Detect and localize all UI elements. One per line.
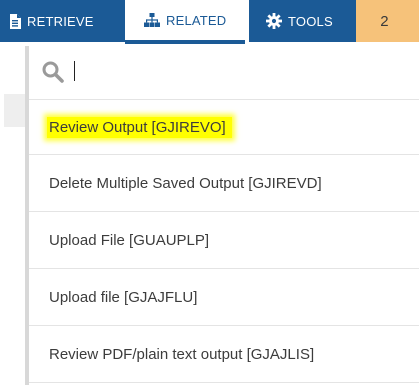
related-item-label: Upload File [GUAUPLP] bbox=[49, 231, 210, 249]
related-item-delete-multiple-saved-output[interactable]: Delete Multiple Saved Output [GJIREVD] bbox=[29, 155, 419, 212]
underlying-page-row bbox=[4, 94, 25, 127]
retrieve-label: RETRIEVE bbox=[27, 13, 94, 29]
search-icon[interactable] bbox=[41, 60, 65, 84]
related-item-upload-file-guauplp[interactable]: Upload File [GUAUPLP] bbox=[29, 212, 419, 269]
gear-icon bbox=[266, 13, 282, 29]
search-row bbox=[29, 46, 419, 100]
search-input[interactable] bbox=[73, 58, 393, 86]
related-item-upload-file-gjajflu[interactable]: Upload file [GJAJFLU] bbox=[29, 269, 419, 326]
toolbar: RETRIEVE RELATED TOOLS 2 bbox=[0, 0, 419, 46]
tools-label: TOOLS bbox=[288, 13, 333, 29]
related-item-review-pdf-plain-text-output[interactable]: Review PDF/plain text output [GJAJLIS] bbox=[29, 326, 419, 383]
badge-count: 2 bbox=[380, 12, 389, 30]
document-icon bbox=[9, 13, 21, 29]
retrieve-button[interactable]: RETRIEVE bbox=[0, 0, 125, 42]
page: RETRIEVE RELATED TOOLS 2 Review Output [… bbox=[0, 0, 419, 385]
related-item-label: Delete Multiple Saved Output [GJIREVD] bbox=[49, 174, 322, 192]
text-caret bbox=[74, 61, 75, 81]
related-tab[interactable]: RELATED bbox=[125, 0, 245, 44]
related-item-label: Upload file [GJAJFLU] bbox=[49, 288, 198, 306]
related-item-label: Review PDF/plain text output [GJAJLIS] bbox=[49, 345, 315, 363]
related-item-label: Review Output [GJIREVO] bbox=[47, 116, 232, 138]
sitemap-icon bbox=[144, 13, 160, 27]
related-item-review-output[interactable]: Review Output [GJIREVO] bbox=[29, 100, 419, 155]
tools-button[interactable]: TOOLS bbox=[249, 0, 356, 42]
notification-count-badge[interactable]: 2 bbox=[356, 0, 419, 42]
related-dropdown: Review Output [GJIREVO] Delete Multiple … bbox=[25, 46, 419, 385]
related-label: RELATED bbox=[166, 12, 227, 28]
underlying-page-edge bbox=[0, 46, 25, 385]
